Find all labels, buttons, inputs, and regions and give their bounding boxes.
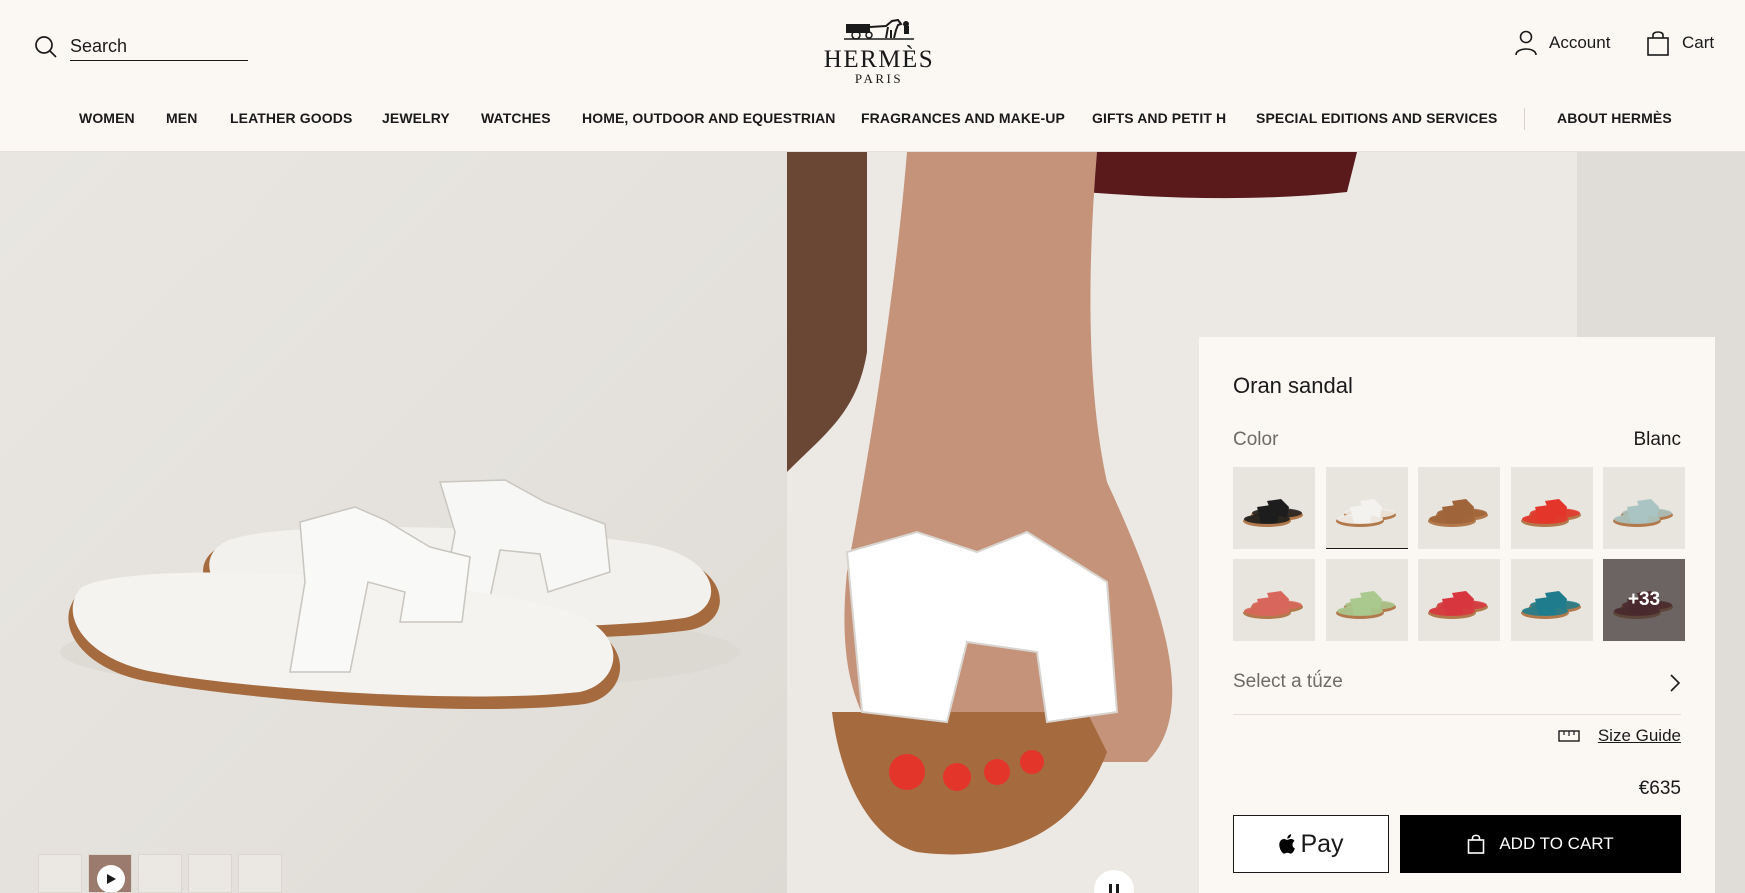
apple-pay-label: Pay: [1300, 829, 1344, 858]
add-to-cart-button[interactable]: ADD TO CART: [1400, 815, 1681, 873]
cart-link[interactable]: Cart: [1646, 30, 1714, 56]
swatch-teal[interactable]: [1510, 559, 1593, 641]
nav-item-women[interactable]: WOMEN: [79, 110, 135, 126]
nav-divider: [1524, 108, 1525, 130]
thumbnail-1[interactable]: [38, 854, 82, 893]
apple-logo-icon: [1279, 834, 1296, 854]
nav-item-gifts[interactable]: GIFTS AND PETIT H: [1092, 110, 1226, 126]
swatch-sandal-thumbnail: [1428, 591, 1488, 619]
swatch-sandal-thumbnail: [1520, 591, 1581, 619]
swatch-light-blue[interactable]: [1603, 467, 1685, 549]
swatch-sandal-thumbnail: [1613, 499, 1673, 527]
swatch-red[interactable]: [1510, 467, 1593, 549]
size-guide-link[interactable]: Size Guide: [1558, 726, 1681, 746]
carriage-logo-icon: [844, 18, 914, 40]
play-icon[interactable]: [97, 865, 125, 892]
swatch-blanc[interactable]: [1325, 467, 1408, 549]
size-guide-label: Size Guide: [1597, 726, 1681, 745]
product-name: Oran sandal: [1233, 373, 1353, 398]
swatch-green[interactable]: [1325, 559, 1408, 641]
size-selector-label: Select a tǘze: [1233, 671, 1343, 692]
add-to-cart-label: ADD TO CART: [1499, 834, 1614, 853]
user-icon: [1515, 30, 1537, 56]
thumbnail-3[interactable]: [138, 854, 182, 893]
image-thumbnails: [38, 854, 282, 893]
swatch-coral[interactable]: [1233, 559, 1315, 641]
product-image-main[interactable]: [0, 152, 787, 893]
swatch-gold[interactable]: [1418, 467, 1500, 549]
more-colors-count: +33: [1603, 559, 1685, 641]
product-panel: Oran sandal Color Blanc +33 Select a tǘz…: [1199, 337, 1715, 893]
main-navigation: WOMEN MEN LEATHER GOODS JEWELRY WATCHES …: [0, 108, 1745, 132]
chevron-right-icon: [1670, 674, 1681, 692]
nav-item-about[interactable]: ABOUT HERMÈS: [1557, 110, 1672, 126]
pause-icon: [1109, 884, 1119, 893]
thumbnail-video[interactable]: [88, 854, 132, 893]
swatch-sandal-thumbnail: [1335, 499, 1396, 527]
search-input[interactable]: Search: [70, 32, 248, 61]
ruler-icon: [1558, 730, 1580, 742]
swatch-sandal-thumbnail: [1520, 499, 1581, 527]
nav-item-watches[interactable]: WATCHES: [481, 110, 551, 126]
brand-name: HERMÈS: [823, 46, 935, 73]
account-link[interactable]: Account: [1515, 30, 1610, 56]
site-header: Search HERMÈS PARIS Account Cart WOMEN M…: [0, 0, 1745, 152]
swatch-rouge[interactable]: [1418, 559, 1500, 641]
cart-label: Cart: [1682, 33, 1715, 52]
nav-item-leather-goods[interactable]: LEATHER GOODS: [230, 110, 352, 126]
swatch-noir[interactable]: [1233, 467, 1315, 549]
nav-item-special-editions[interactable]: SPECIAL EDITIONS AND SERVICES: [1256, 110, 1497, 126]
swatch-sandal-thumbnail: [1335, 591, 1396, 619]
product-price: €635: [1638, 778, 1681, 799]
search-icon: [35, 35, 57, 58]
brand-city: PARIS: [854, 71, 904, 86]
swatch-more[interactable]: +33: [1603, 559, 1685, 641]
size-selector[interactable]: Select a tǘze: [1233, 671, 1681, 715]
sandal-pair-image: [60, 479, 740, 709]
selected-color: Blanc: [1633, 429, 1681, 450]
hermes-logo[interactable]: HERMÈS PARIS: [819, 12, 939, 86]
account-label: Account: [1549, 33, 1611, 52]
swatch-sandal-thumbnail: [1243, 591, 1303, 619]
thumbnail-4[interactable]: [188, 854, 232, 893]
swatch-sandal-thumbnail: [1428, 499, 1488, 527]
nav-item-jewelry[interactable]: JEWELRY: [382, 110, 450, 126]
search-bar[interactable]: Search: [34, 32, 248, 61]
nav-item-fragrances[interactable]: FRAGRANCES AND MAKE-UP: [861, 110, 1065, 126]
apple-pay-button[interactable]: Pay: [1233, 815, 1389, 873]
color-label: Color: [1233, 429, 1279, 450]
thumbnail-5[interactable]: [238, 854, 282, 893]
nav-item-home-outdoor[interactable]: HOME, OUTDOOR AND EQUESTRIAN: [582, 110, 836, 126]
nav-item-men[interactable]: MEN: [166, 110, 197, 126]
swatch-sandal-thumbnail: [1243, 499, 1303, 527]
shopping-bag-icon: [1647, 31, 1669, 56]
shopping-bag-icon: [1468, 834, 1485, 854]
color-swatches: +33: [1233, 467, 1685, 641]
